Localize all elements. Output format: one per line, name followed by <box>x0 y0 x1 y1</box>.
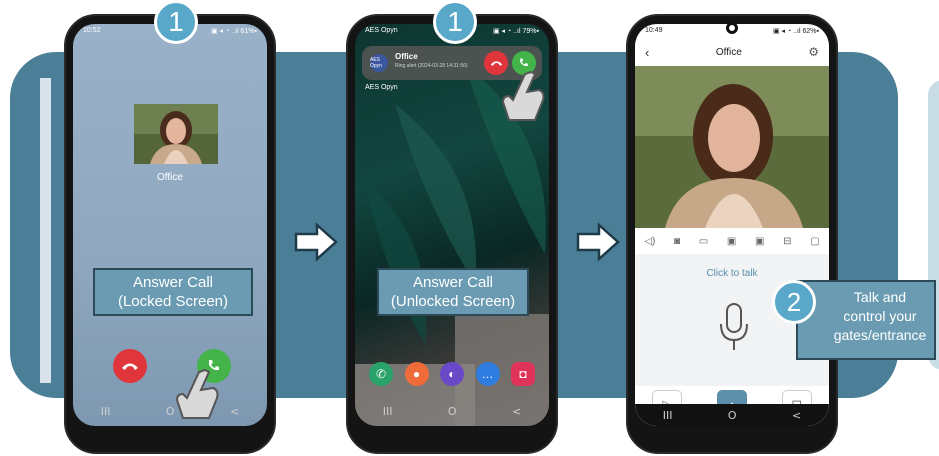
notification-title: Office <box>395 52 418 61</box>
notification-subtitle: Ring alert (2024-03-28 14:31:56) <box>395 63 468 69</box>
decline-call-icon <box>490 61 502 66</box>
nav-bar: III O < <box>635 404 829 426</box>
camera-icon[interactable]: ◙ <box>674 236 680 247</box>
microphone-icon[interactable] <box>717 302 751 354</box>
back-button[interactable]: < <box>792 409 801 422</box>
label-line: Answer Call <box>412 274 494 291</box>
nav-bar: III O < <box>73 402 267 420</box>
answer-call-unlocked-label: Answer Call (Unlocked Screen) <box>377 268 529 316</box>
caller-name: Office <box>157 172 183 183</box>
fullscreen-icon[interactable]: ⊟ <box>783 236 791 247</box>
status-icons: ▣ ◂ ◔ ..ıl 61%▪ <box>210 28 257 35</box>
nav-bar: III O < <box>355 402 549 420</box>
messages-app-icon[interactable]: … <box>475 362 500 386</box>
video-icon[interactable]: ▭ <box>699 236 708 247</box>
phone-unlocked-screen: AES Opyn ▣ ◂ ◔ ..ıl 79%▪ AES Opyn Office… <box>346 14 558 454</box>
status-icons: ▣ ◂ ◔ ..ıl 79%▪ <box>492 28 539 35</box>
front-camera <box>726 22 738 34</box>
callout-line: gates/entrance <box>833 327 927 343</box>
status-time: 10:52 <box>83 27 101 34</box>
home-button[interactable]: O <box>728 409 737 422</box>
speaker-icon[interactable]: ◁) <box>644 236 655 247</box>
home-app-label: AES Opyn <box>365 84 398 91</box>
back-button[interactable]: < <box>512 405 521 418</box>
back-chevron-icon[interactable]: ‹ <box>645 45 649 60</box>
page-title: Office <box>715 46 742 58</box>
arrow-right-icon <box>294 222 338 262</box>
label-line: (Unlocked Screen) <box>390 293 516 310</box>
home-button[interactable]: O <box>166 405 175 418</box>
phone-locked-screen: 10:52 ▣ ◂ ◔ ..ıl 61%▪ Office Answer Call… <box>64 14 276 454</box>
recent-apps-button[interactable]: III <box>101 405 111 418</box>
resolution-icon[interactable]: ▣ <box>755 236 764 247</box>
notification-app-avatar: AES Opyn <box>370 54 388 72</box>
phone-app-icon[interactable]: ✆ <box>369 362 393 386</box>
settings-gear-icon[interactable]: ⚙ <box>808 45 819 59</box>
talk-control-callout: Talk and control your gates/entrance <box>796 280 936 360</box>
live-video-feed <box>635 66 829 228</box>
decorative-bar <box>40 78 51 383</box>
back-button[interactable]: < <box>230 405 239 418</box>
decline-call-icon <box>122 363 138 370</box>
step-number-2: 2 <box>772 280 816 324</box>
home-screen: AES Opyn ▣ ◂ ◔ ..ıl 79%▪ AES Opyn Office… <box>355 24 549 426</box>
recent-apps-button[interactable]: III <box>663 409 673 422</box>
video-toolbar: ◁) ◙ ▭ ▣ ▣ ⊟ ▢ <box>635 231 829 251</box>
step-number-1: 1 <box>154 0 198 44</box>
step-number-1: 1 <box>433 0 477 44</box>
lock-screen: 10:52 ▣ ◂ ◔ ..ıl 61%▪ Office Answer Call… <box>73 24 267 426</box>
status-time: 10:49 <box>645 27 663 34</box>
decline-call-button[interactable] <box>113 349 147 383</box>
hd-icon[interactable]: ▣ <box>727 236 736 247</box>
app-dock: ✆ ● ◐ … ◘ <box>369 362 535 388</box>
caller-photo <box>134 104 218 164</box>
intercom-app-screen: 10:49 ▣ ◂ ◔ ..ıl 62%▪ ‹ Office ⚙ ◁) ◙ ▭ … <box>635 24 829 426</box>
app-header: ‹ Office ⚙ <box>635 40 829 64</box>
status-icons: ▣ ◂ ◔ ..ıl 62%▪ <box>772 28 819 35</box>
camera-app-icon[interactable]: ◘ <box>511 362 535 386</box>
recent-apps-button[interactable]: III <box>383 405 393 418</box>
callout-line: control your <box>843 308 917 324</box>
phone-app-screen: 10:49 ▣ ◂ ◔ ..ıl 62%▪ ‹ Office ⚙ ◁) ◙ ▭ … <box>626 14 838 454</box>
arrow-right-icon <box>576 222 620 262</box>
callout-line: Talk and <box>853 289 907 305</box>
answer-call-locked-label: Answer Call (Locked Screen) <box>93 268 253 316</box>
channel-icon[interactable]: ▢ <box>810 236 819 247</box>
pointing-hand-icon <box>501 70 545 121</box>
browser-app-icon[interactable]: ◐ <box>440 362 464 386</box>
status-app: AES Opyn <box>365 27 398 34</box>
label-line: (Locked Screen) <box>117 293 229 310</box>
home-button[interactable]: O <box>448 405 457 418</box>
click-to-talk-label: Click to talk <box>706 268 758 279</box>
contacts-app-icon[interactable]: ● <box>404 362 429 386</box>
label-line: Answer Call <box>132 274 214 291</box>
